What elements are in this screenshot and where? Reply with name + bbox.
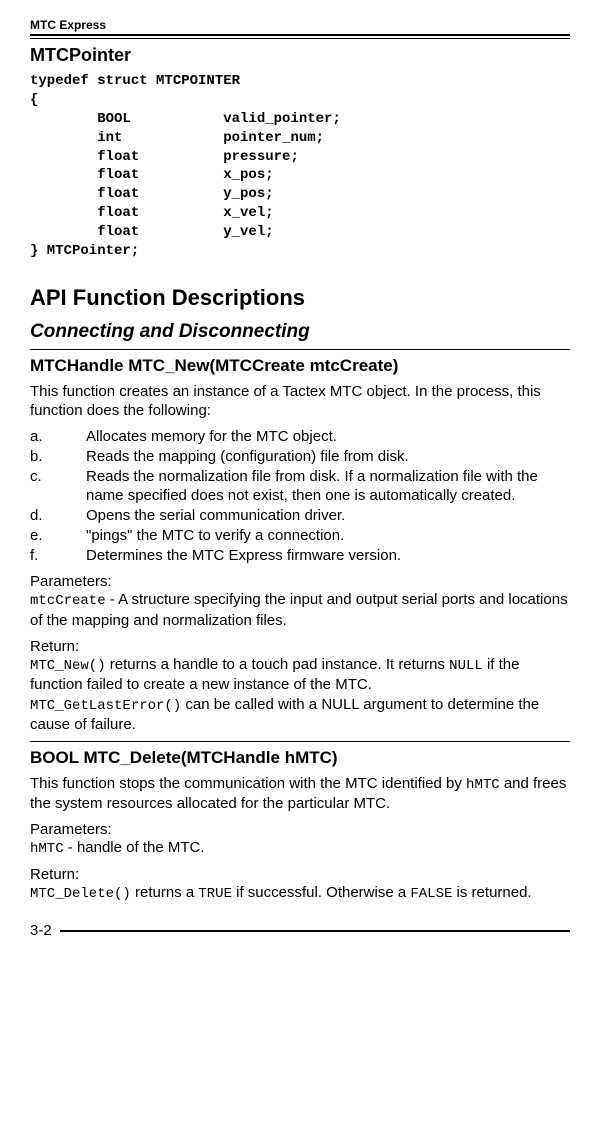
divider: [30, 741, 570, 742]
running-head: MTC Express: [30, 18, 570, 32]
paragraph: mtcCreate - A structure specifying the i…: [30, 590, 570, 630]
code-inline: hMTC: [466, 777, 500, 793]
list-item: f. Determines the MTC Express firmware v…: [30, 546, 570, 566]
list-item: b. Reads the mapping (configuration) fil…: [30, 447, 570, 467]
text: - handle of the MTC.: [64, 839, 205, 856]
text: is returned.: [452, 884, 531, 901]
text: This function stops the communication wi…: [30, 775, 466, 792]
list-item: a. Allocates memory for the MTC object.: [30, 427, 570, 447]
list-item: e. "pings" the MTC to verify a connectio…: [30, 526, 570, 546]
function-heading: MTCHandle MTC_New(MTCCreate mtcCreate): [30, 356, 570, 376]
code-inline: FALSE: [410, 886, 452, 902]
text: returns a: [131, 884, 199, 901]
list-label: b.: [30, 447, 86, 467]
parameters-label: Parameters:: [30, 821, 570, 838]
list-text: Reads the mapping (configuration) file f…: [86, 447, 570, 467]
list-text: Reads the normalization file from disk. …: [86, 467, 570, 507]
code-inline: MTC_GetLastError(): [30, 698, 181, 714]
text: if successful. Otherwise a: [232, 884, 410, 901]
ordered-list: a. Allocates memory for the MTC object. …: [30, 427, 570, 566]
list-item: c. Reads the normalization file from dis…: [30, 467, 570, 507]
code-inline: TRUE: [198, 886, 232, 902]
list-item: d. Opens the serial communication driver…: [30, 506, 570, 526]
list-text: Allocates memory for the MTC object.: [86, 427, 570, 447]
list-text: Determines the MTC Express firmware vers…: [86, 546, 570, 566]
struct-code: typedef struct MTCPOINTER { BOOL valid_p…: [30, 72, 570, 261]
code-inline: MTC_New(): [30, 658, 106, 674]
page-number: 3-2: [30, 922, 52, 939]
return-label: Return:: [30, 866, 570, 883]
subsection-heading: Connecting and Disconnecting: [30, 321, 570, 343]
divider: [30, 349, 570, 350]
code-inline: hMTC: [30, 841, 64, 857]
divider: [60, 930, 570, 932]
text: - A structure specifying the input and o…: [30, 591, 568, 628]
list-text: "pings" the MTC to verify a connection.: [86, 526, 570, 546]
return-label: Return:: [30, 638, 570, 655]
list-text: Opens the serial communication driver.: [86, 506, 570, 526]
parameters-label: Parameters:: [30, 573, 570, 590]
paragraph: This function creates an instance of a T…: [30, 382, 570, 421]
list-label: e.: [30, 526, 86, 546]
function-heading: BOOL MTC_Delete(MTCHandle hMTC): [30, 748, 570, 768]
paragraph: MTC_Delete() returns a TRUE if successfu…: [30, 883, 570, 903]
code-inline: MTC_Delete(): [30, 886, 131, 902]
code-inline: mtcCreate: [30, 593, 106, 609]
divider: [30, 34, 570, 36]
struct-title: MTCPointer: [30, 45, 570, 66]
section-heading: API Function Descriptions: [30, 285, 570, 311]
list-label: f.: [30, 546, 86, 566]
paragraph: This function stops the communication wi…: [30, 774, 570, 814]
page-footer: 3-2: [30, 920, 570, 939]
page: MTC Express MTCPointer typedef struct MT…: [0, 0, 600, 957]
list-label: c.: [30, 467, 86, 507]
code-inline: NULL: [449, 658, 483, 674]
paragraph: hMTC - handle of the MTC.: [30, 838, 570, 858]
paragraph: MTC_New() returns a handle to a touch pa…: [30, 655, 570, 734]
text: returns a handle to a touch pad instance…: [106, 656, 450, 673]
list-label: d.: [30, 506, 86, 526]
divider: [30, 38, 570, 39]
list-label: a.: [30, 427, 86, 447]
